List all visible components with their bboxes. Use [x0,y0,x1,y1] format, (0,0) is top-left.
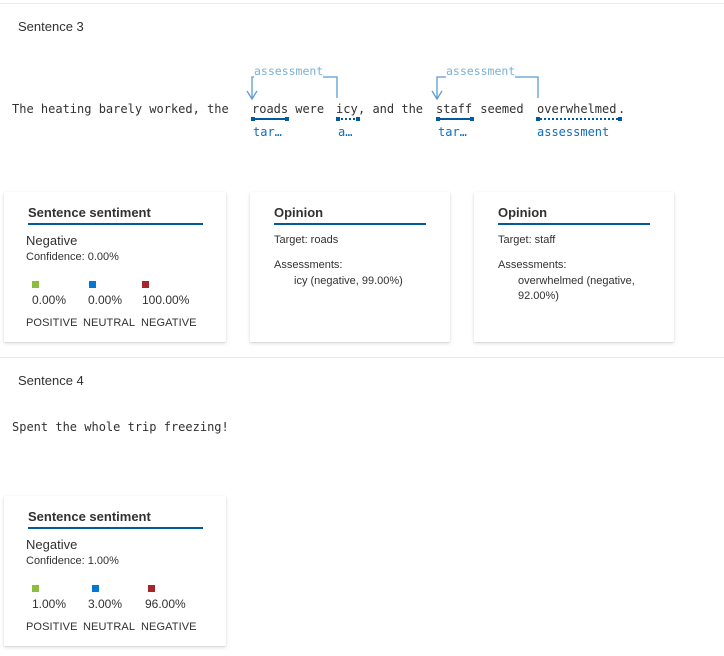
neutral-caption: NEUTRAL [83,621,136,633]
opinion-target: Target: roads [274,234,339,246]
underline-assessment [336,117,360,121]
token-target-staff[interactable]: staff [436,102,472,116]
sentence-sentiment-card: Sentence sentiment Negative Confidence: … [4,192,226,342]
token-type-label: a… [338,125,353,139]
assessment-item: icy (negative, 99.00%) [294,275,403,287]
token-type-label: tar… [438,125,467,139]
neutral-score: 0.00% [88,293,123,307]
assessments-label: Assessments: [498,259,567,271]
underline-target [436,117,474,121]
neutral-score: 3.00% [88,597,123,611]
token-assessment-icy[interactable]: icy [336,102,358,116]
positive-swatch [32,281,39,288]
sentiment-label: Negative [26,233,78,248]
assessments-label: Assessments: [274,259,343,271]
neutral-caption: NEUTRAL [83,317,136,329]
token: seemed [473,102,531,116]
arc-label-assessment: assessment [446,64,516,78]
card-title: Opinion [498,205,650,225]
card-title: Sentence sentiment [28,205,203,225]
arc-label-assessment: assessment [254,64,324,78]
positive-caption: POSITIVE [26,621,78,633]
negative-swatch [148,585,155,592]
positive-swatch [32,585,39,592]
negative-caption: NEGATIVE [141,317,197,329]
section-divider [0,357,724,358]
confidence-text: Confidence: 0.00% [26,251,119,263]
sentiment-label: Negative [26,537,78,552]
opinion-target: Target: staff [498,234,556,246]
token-type-label: assessment [537,125,610,139]
assessment-item: overwhelmed (negative, 92.00%) [518,275,635,302]
card-title: Opinion [274,205,426,225]
underline-assessment [536,117,622,121]
negative-swatch [142,281,149,288]
negative-score: 96.00% [145,597,186,611]
relation-arc-roads-icy [251,76,338,98]
token-target-roads[interactable]: roads [252,102,288,116]
positive-caption: POSITIVE [26,317,78,329]
token-assessment-overwhelmed[interactable]: overwhelmed [537,102,616,116]
neutral-swatch [92,585,99,592]
underline-target [251,117,289,121]
confidence-text: Confidence: 1.00% [26,555,119,567]
token: , and the [358,102,431,116]
positive-score: 1.00% [32,597,67,611]
section-label-sentence-4: Sentence 4 [18,373,84,388]
negative-caption: NEGATIVE [141,621,197,633]
relation-arc-staff-overwhelmed [436,76,539,98]
negative-score: 100.00% [142,293,190,307]
neutral-swatch [89,281,96,288]
token: The heating barely worked, the [12,102,236,116]
opinion-card: Opinion Target: roads Assessments: icy (… [250,192,450,342]
sentence-sentiment-card: Sentence sentiment Negative Confidence: … [4,496,226,646]
sentence-text: Spent the whole trip freezing! [12,420,229,434]
sentence-text: The heating barely worked, the roads wer… [12,102,712,118]
relation-arcs [246,76,539,101]
token: . [618,102,626,116]
token: were [288,102,332,116]
token-type-label: tar… [253,125,282,139]
positive-score: 0.00% [32,293,67,307]
opinion-card: Opinion Target: staff Assessments: overw… [474,192,674,342]
card-title: Sentence sentiment [28,509,203,529]
